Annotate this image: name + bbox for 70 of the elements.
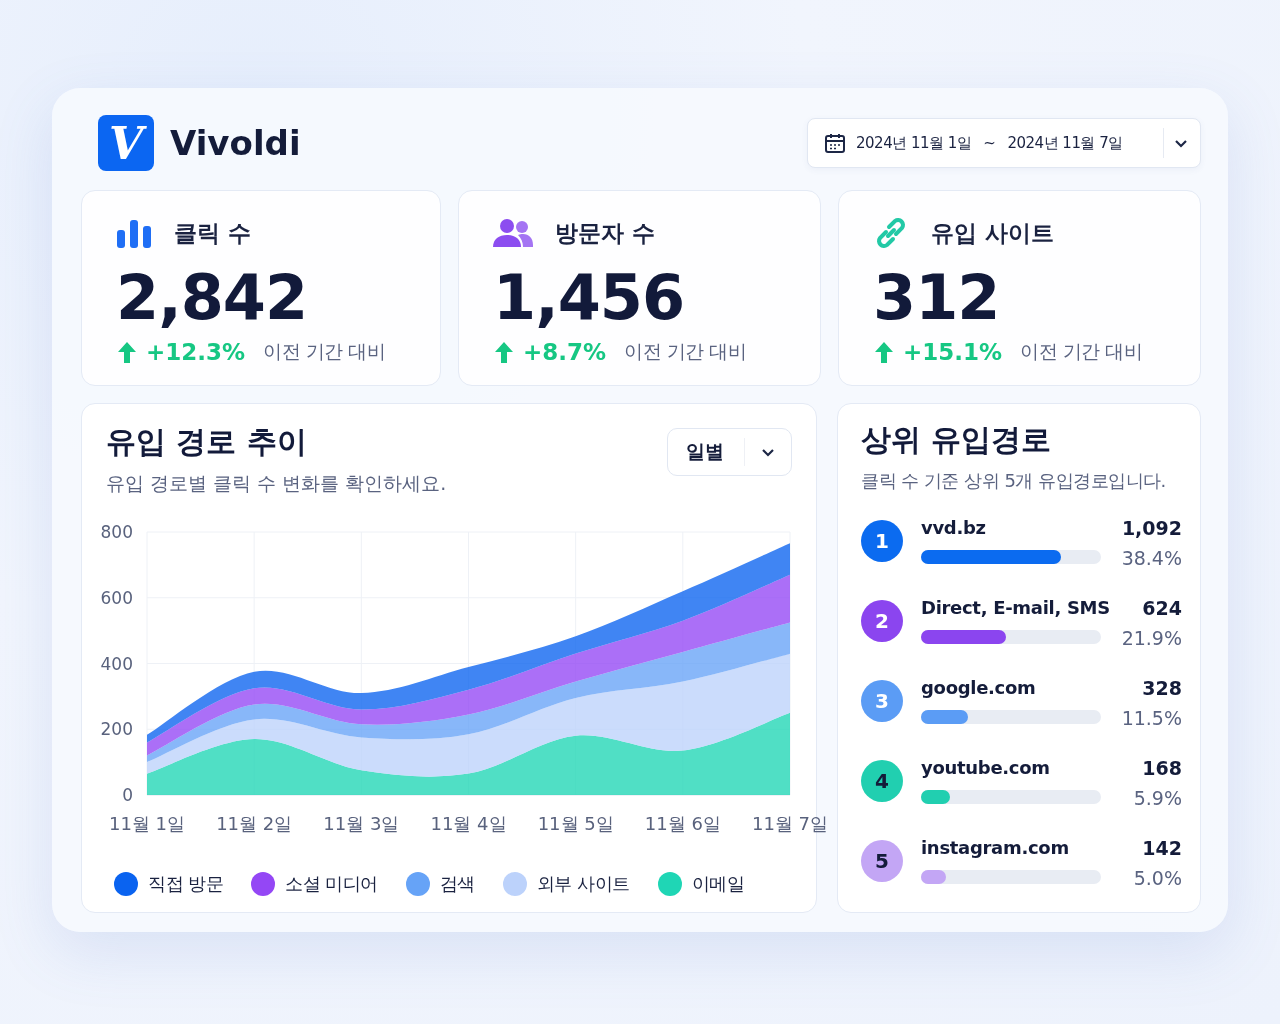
rank-badge: 3 — [861, 680, 903, 722]
legend-dot — [502, 872, 527, 896]
x-tick-label: 11월 4일 — [430, 813, 507, 834]
users-icon — [493, 218, 533, 248]
share-percent: 5.9% — [1133, 787, 1182, 809]
comparison-note: 이전 기간 대비 — [263, 339, 386, 364]
share-percent: 38.4% — [1121, 547, 1182, 569]
rank-badge: 2 — [861, 600, 903, 642]
click-count: 1,092 — [1121, 517, 1182, 539]
x-tick-label: 11월 6일 — [644, 813, 721, 834]
arrow-up-icon — [873, 340, 895, 364]
y-tick-label: 400 — [100, 653, 133, 674]
panel-title: 상위 유입경로 — [861, 421, 1053, 459]
stat-value: 312 — [873, 267, 1001, 329]
chevron-down-icon — [1174, 138, 1188, 148]
legend-dot — [657, 872, 682, 896]
share-percent: 11.5% — [1121, 707, 1182, 729]
x-tick-label: 11월 2일 — [216, 813, 293, 834]
brand-name: Vivoldi — [170, 123, 301, 163]
source-name: vvd.bz — [921, 517, 987, 538]
period-dropdown[interactable]: 일별 — [667, 428, 792, 476]
legend-label: 검색 — [439, 872, 475, 896]
change-percent: +12.3% — [146, 339, 246, 365]
click-count: 142 — [1141, 837, 1182, 859]
click-count: 624 — [1141, 597, 1182, 619]
panel-title: 유입 경로 추이 — [106, 423, 308, 461]
calendar-icon — [824, 132, 846, 154]
arrow-up-icon — [116, 340, 138, 364]
source-name: google.com — [921, 677, 1037, 698]
comparison-note: 이전 기간 대비 — [1020, 339, 1143, 364]
source-name: instagram.com — [921, 837, 1070, 858]
stat-value: 1,456 — [493, 267, 686, 329]
logo-mark: V — [98, 115, 154, 171]
stat-value: 2,842 — [116, 267, 309, 329]
bar-chart-icon — [116, 218, 152, 248]
chevron-down-icon — [761, 447, 775, 457]
stat-label: 유입 사이트 — [931, 218, 1054, 248]
y-tick-label: 600 — [100, 587, 133, 608]
x-tick-label: 11월 7일 — [751, 813, 829, 834]
source-name: youtube.com — [921, 757, 1051, 778]
panel-subtitle: 클릭 수 기준 상위 5개 유입경로입니다. — [861, 469, 1167, 493]
stat-label: 방문자 수 — [555, 218, 655, 248]
comparison-note: 이전 기간 대비 — [624, 339, 747, 364]
x-tick-label: 11월 1일 — [108, 813, 186, 834]
click-count: 168 — [1141, 757, 1182, 779]
x-tick-label: 11월 3일 — [323, 813, 400, 834]
stat-label: 클릭 수 — [174, 218, 251, 248]
legend-dot — [114, 872, 138, 896]
y-tick-label: 800 — [100, 522, 133, 542]
y-tick-label: 0 — [122, 785, 133, 805]
arrow-up-icon — [493, 340, 515, 364]
legend-dot — [251, 872, 276, 896]
source-name: Direct, E-mail, SMS — [921, 597, 1111, 618]
click-count: 328 — [1141, 677, 1182, 699]
date-range-picker[interactable]: 2024년 11월 1일 ~ 2024년 11월 7일 — [807, 118, 1201, 168]
rank-badge: 4 — [861, 760, 903, 802]
change-percent: +15.1% — [903, 339, 1003, 365]
legend-label: 소셜 미디어 — [285, 872, 378, 896]
legend-label: 이메일 — [691, 872, 745, 896]
legend-label: 외부 사이트 — [536, 872, 630, 896]
share-percent: 21.9% — [1121, 627, 1182, 649]
legend-label: 직접 방문 — [148, 872, 224, 896]
legend-dot — [405, 872, 430, 896]
x-tick-label: 11월 5일 — [537, 813, 614, 834]
rank-badge: 5 — [861, 840, 903, 882]
rank-badge: 1 — [861, 520, 903, 562]
share-percent: 5.0% — [1133, 867, 1182, 889]
change-percent: +8.7% — [523, 339, 607, 365]
y-tick-label: 200 — [100, 719, 133, 740]
panel-subtitle: 유입 경로별 클릭 수 변화를 확인하세요. — [106, 471, 447, 496]
